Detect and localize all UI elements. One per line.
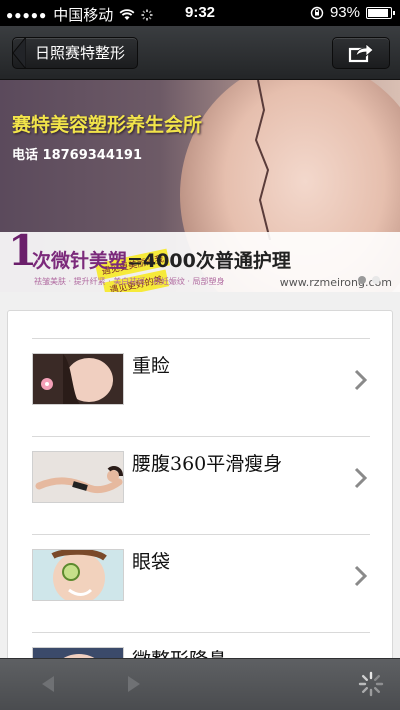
status-right: 93%: [310, 4, 395, 21]
list-item-title: 眼袋: [132, 551, 171, 573]
battery-icon: [366, 6, 395, 19]
banner-carousel[interactable]: 赛特美容塑形养生会所 电话 18769344191 遇见更美丽的我 遇见更好的美…: [0, 80, 400, 292]
left-triangle-icon[interactable]: [38, 673, 60, 695]
promo-text: 次微针美塑=4000次普通护理: [32, 246, 291, 273]
list-item-title: 腰腹360平滑瘦身: [132, 453, 283, 475]
battery-fill: [368, 8, 388, 17]
cucumber-eye-thumbnail: [32, 549, 124, 601]
banner-phone: 电话 18769344191: [12, 148, 143, 163]
chevron-right-icon: [354, 565, 368, 587]
share-icon: [348, 43, 374, 63]
promo-highlight: 次微针美塑: [32, 250, 128, 272]
list-item[interactable]: 眼袋: [32, 534, 370, 632]
list-item[interactable]: 腰腹360平滑瘦身: [32, 436, 370, 534]
status-bar: ●●●●● 中国移动 9:32 93%: [0, 0, 400, 26]
carousel-dot-active[interactable]: [372, 276, 380, 284]
treatment-list: 重睑 腰腹360平滑瘦身 眼袋: [7, 310, 393, 670]
back-button-label: 日照赛特整形: [35, 44, 126, 62]
skin-crack-graphic: [254, 80, 271, 240]
promo-rest: =4000次普通护理: [127, 250, 291, 272]
share-button[interactable]: [332, 37, 390, 69]
right-triangle-icon[interactable]: [122, 673, 144, 695]
banner-title: 赛特美容塑形养生会所: [12, 114, 203, 136]
navigation-bar: 日照赛特整形: [0, 26, 400, 80]
face-flower-thumbnail: [32, 353, 124, 405]
chevron-right-icon: [354, 467, 368, 489]
chevron-right-icon: [354, 369, 368, 391]
bottom-toolbar: [0, 658, 400, 710]
orientation-lock-icon: [310, 6, 324, 19]
back-arrow-icon: [12, 37, 26, 69]
back-button[interactable]: 日照赛特整形: [12, 37, 139, 69]
battery-percent: 93%: [329, 4, 360, 21]
carousel-dot[interactable]: [358, 276, 366, 284]
reclining-body-thumbnail: [32, 451, 124, 503]
promo-subtitle: 祛皱美肤 · 提升纤紧 · 美白祛斑 · 祛妊娠纹 · 局部塑身: [34, 277, 225, 286]
list-item-title: 重睑: [132, 355, 171, 377]
list-item[interactable]: 重睑: [32, 338, 370, 436]
spinner-icon: [358, 671, 384, 697]
